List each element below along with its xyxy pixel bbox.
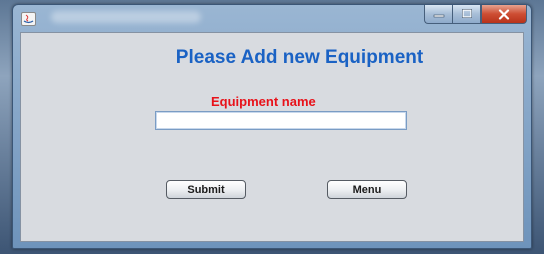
equipment-window: Please Add new Equipment Equipment name … <box>12 4 532 249</box>
close-button[interactable] <box>481 5 527 24</box>
submit-button[interactable]: Submit <box>166 180 246 199</box>
maximize-icon <box>461 9 472 18</box>
window-controls <box>424 5 527 24</box>
page-title: Please Add new Equipment <box>175 47 424 68</box>
form-panel: Please Add new Equipment Equipment name … <box>20 32 524 242</box>
equipment-name-input[interactable] <box>155 111 407 130</box>
equipment-name-label: Equipment name <box>211 94 316 109</box>
close-icon <box>498 8 510 20</box>
java-app-icon <box>21 12 36 26</box>
maximize-button[interactable] <box>452 5 481 24</box>
menu-button[interactable]: Menu <box>327 180 407 199</box>
window-title-blurred <box>51 11 201 23</box>
minimize-button[interactable] <box>424 5 452 24</box>
minimize-icon <box>433 14 444 18</box>
title-bar[interactable] <box>13 5 531 32</box>
